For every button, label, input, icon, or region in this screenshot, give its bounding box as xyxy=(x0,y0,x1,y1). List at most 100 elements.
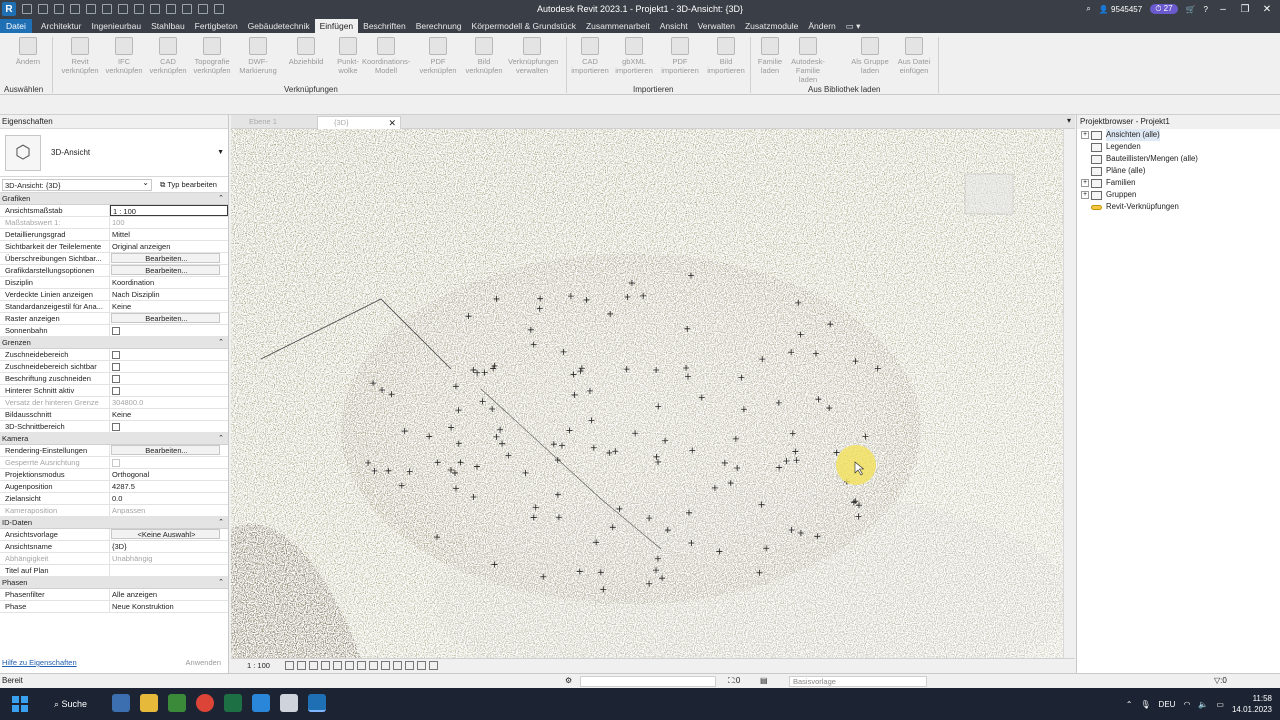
ribbon-button[interactable]: Bild importieren xyxy=(702,37,750,85)
menu-tab[interactable]: Ändern xyxy=(803,19,840,33)
vertical-scrollbar[interactable] xyxy=(1063,129,1075,658)
ribbon-options-icon[interactable]: ▭ ▾ xyxy=(841,19,866,33)
ribbon-panel-title[interactable]: Aus Bibliothek laden xyxy=(808,85,881,94)
3d-viewport[interactable] xyxy=(231,129,1063,658)
view-scale[interactable]: 1 : 100 xyxy=(247,661,270,670)
close-icon[interactable]: ✕ xyxy=(388,117,396,129)
edit-type-button[interactable]: ⧉ Typ bearbeiten xyxy=(160,180,217,190)
switch-windows-icon[interactable] xyxy=(214,4,224,14)
worksharing-icon[interactable] xyxy=(417,661,426,670)
collapse-icon[interactable]: ⌃ xyxy=(218,517,224,529)
ribbon-button[interactable]: Revit verknüpfen xyxy=(56,37,104,85)
property-value[interactable] xyxy=(110,349,228,360)
browser-item[interactable]: Revit-Verknüpfungen xyxy=(1077,201,1280,213)
browser-item[interactable]: Pläne (alle) xyxy=(1077,165,1280,177)
measure-icon[interactable] xyxy=(118,4,128,14)
binoculars-icon[interactable]: ⌕ xyxy=(1086,4,1090,14)
view-template-dropdown[interactable]: Basisvorlage xyxy=(789,676,927,687)
property-value[interactable] xyxy=(110,385,228,396)
property-checkbox[interactable] xyxy=(112,362,120,371)
save-icon[interactable] xyxy=(38,4,48,14)
property-section[interactable]: Phasen ⌃ xyxy=(0,577,228,589)
expand-icon[interactable]: + xyxy=(1081,191,1089,199)
collapse-icon[interactable]: ⌃ xyxy=(218,577,224,589)
property-value[interactable]: 1 : 100 xyxy=(110,205,228,216)
chrome-app-icon[interactable] xyxy=(196,694,214,712)
browser-item[interactable]: + Gruppen xyxy=(1077,189,1280,201)
ribbon-panel-title[interactable]: Importieren xyxy=(633,85,673,94)
property-checkbox[interactable] xyxy=(112,350,120,359)
ribbon-button[interactable]: IFC verknüpfen xyxy=(100,37,148,85)
menu-tab[interactable]: Ansicht xyxy=(655,19,693,33)
property-value[interactable]: Keine xyxy=(110,301,228,312)
ribbon-button[interactable]: Ändern xyxy=(4,37,52,85)
property-checkbox[interactable] xyxy=(112,326,120,335)
collapse-icon[interactable]: ⌃ xyxy=(218,337,224,349)
property-value[interactable]: {3D} xyxy=(110,541,228,552)
property-value[interactable] xyxy=(110,373,228,384)
menu-tab[interactable]: Stahlbau xyxy=(146,19,190,33)
property-edit-button[interactable]: <Keine Auswahl> xyxy=(111,529,220,539)
analytical-model-icon[interactable] xyxy=(429,661,438,670)
reveal-hidden-icon[interactable] xyxy=(393,661,402,670)
menu-tab[interactable]: Zusatzmodule xyxy=(740,19,803,33)
minimize-button[interactable]: – xyxy=(1216,4,1230,15)
property-edit-button[interactable]: Bearbeiten... xyxy=(111,445,220,455)
cart-icon[interactable]: 🛒 xyxy=(1186,5,1196,14)
show-crop-icon[interactable] xyxy=(357,661,366,670)
revit-app-icon[interactable] xyxy=(308,694,326,712)
apply-button[interactable]: Anwenden xyxy=(186,658,221,667)
ribbon-button[interactable]: Verknüpfungen verwalten xyxy=(508,37,558,85)
speaker-icon[interactable]: 🔈 xyxy=(1198,700,1208,709)
onedrive-app-icon[interactable] xyxy=(252,694,270,712)
excel-app-icon[interactable] xyxy=(224,694,242,712)
explorer-app-icon[interactable] xyxy=(112,694,130,712)
battery-icon[interactable]: ▭ xyxy=(1216,700,1224,709)
menu-tab[interactable]: Fertigbeton xyxy=(190,19,243,33)
browser-item[interactable]: Bauteillisten/Mengen (alle) xyxy=(1077,153,1280,165)
workset-dropdown[interactable] xyxy=(580,676,716,687)
chevron-down-icon[interactable]: ▼ xyxy=(217,149,224,156)
revit-logo[interactable]: R xyxy=(2,2,16,16)
menu-tab[interactable]: Gebäudetechnik xyxy=(243,19,315,33)
property-value[interactable]: Koordination xyxy=(110,277,228,288)
property-value[interactable] xyxy=(110,457,228,468)
property-value[interactable] xyxy=(110,361,228,372)
lock-view-icon[interactable] xyxy=(369,661,378,670)
chevron-up-icon[interactable]: ⌃ xyxy=(1126,700,1133,709)
menu-tab[interactable]: Berechnung xyxy=(411,19,467,33)
3d-view-icon[interactable] xyxy=(150,4,160,14)
property-value[interactable]: Alle anzeigen xyxy=(110,589,228,600)
tab-ebene-1[interactable]: Ebene 1 xyxy=(233,116,313,129)
design-options-icon[interactable]: ▤ xyxy=(760,676,768,685)
project-app-icon[interactable] xyxy=(168,694,186,712)
close-hidden-icon[interactable] xyxy=(198,4,208,14)
menu-tab[interactable]: Verwalten xyxy=(693,19,740,33)
sync-icon[interactable] xyxy=(54,4,64,14)
property-value[interactable]: Keine xyxy=(110,409,228,420)
menu-tab[interactable]: Architektur xyxy=(36,19,87,33)
expand-icon[interactable]: + xyxy=(1081,179,1089,187)
ribbon-button[interactable]: gbXML importieren xyxy=(610,37,658,85)
property-value[interactable]: Original anzeigen xyxy=(110,241,228,252)
ribbon-button[interactable]: PDF importieren xyxy=(656,37,704,85)
expand-icon[interactable]: + xyxy=(1081,131,1089,139)
tab-3d[interactable]: {3D} ✕ xyxy=(317,116,401,129)
visual-style-icon[interactable] xyxy=(297,661,306,670)
menu-tab[interactable]: Beschriften xyxy=(358,19,411,33)
help-icon[interactable]: ? xyxy=(1204,5,1208,14)
menu-tab[interactable]: Körpermodell & Grundstück xyxy=(467,19,581,33)
property-value[interactable]: Mittel xyxy=(110,229,228,240)
property-checkbox[interactable] xyxy=(112,422,120,431)
property-value[interactable] xyxy=(110,421,228,432)
temp-hide-icon[interactable] xyxy=(381,661,390,670)
property-checkbox[interactable] xyxy=(112,374,120,383)
property-edit-button[interactable]: Bearbeiten... xyxy=(111,253,220,263)
viewcube[interactable] xyxy=(964,173,1014,215)
browser-item[interactable]: + Ansichten (alle) xyxy=(1077,129,1280,141)
type-selector[interactable]: ⬡ 3D-Ansicht ▼ xyxy=(0,129,228,177)
collapse-icon[interactable]: ⌃ xyxy=(218,193,224,205)
property-value[interactable]: Neue Konstruktion xyxy=(110,601,228,612)
filter-icon[interactable]: ▽:0 xyxy=(1214,676,1227,685)
temp-properties-icon[interactable] xyxy=(405,661,414,670)
